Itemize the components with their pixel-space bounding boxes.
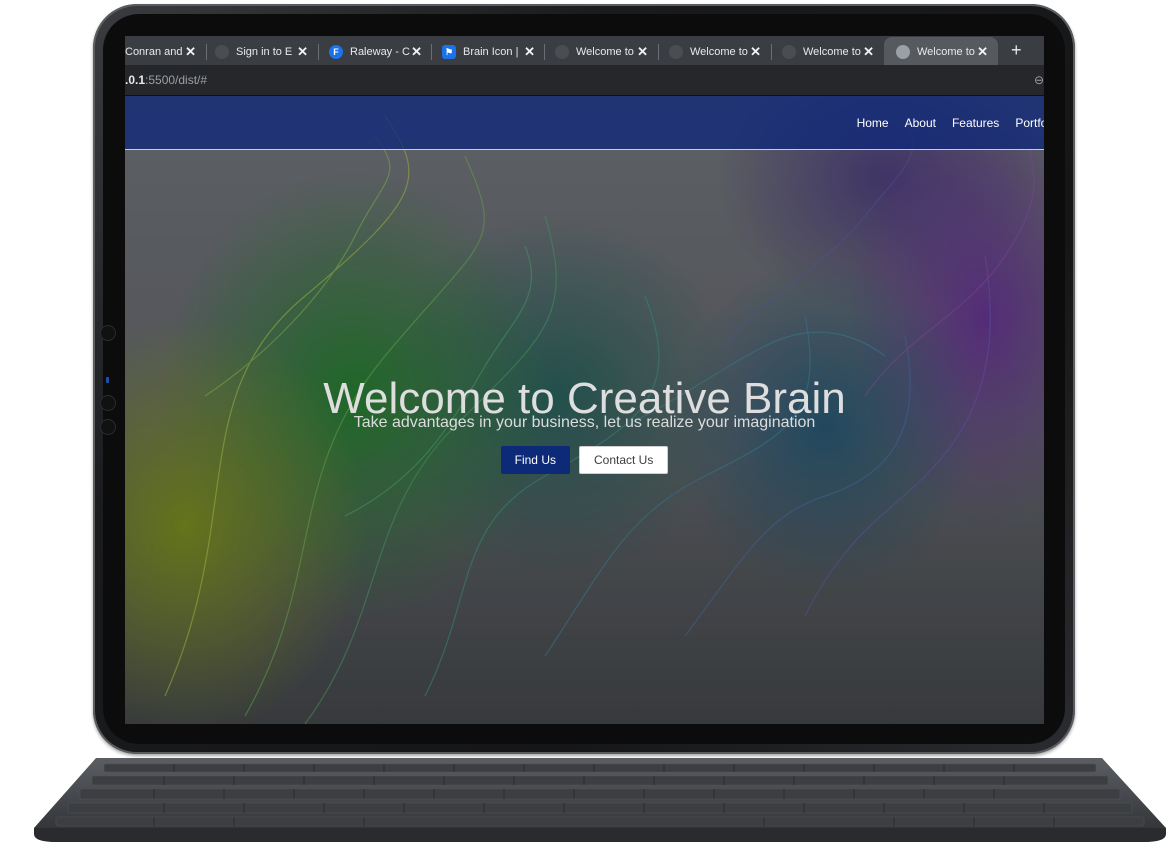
close-icon[interactable]: ✕ — [297, 45, 308, 59]
browser-window: Conran and ✕ Sign in to E ✕ F Raleway - … — [125, 36, 1044, 724]
hero-buttons: Find Us Contact Us — [125, 446, 1044, 474]
side-button — [101, 396, 115, 410]
tab[interactable]: Welcome to ✕ — [782, 39, 874, 65]
tab-separator — [206, 44, 207, 60]
new-tab-button[interactable]: + — [1011, 39, 1022, 61]
hero-subtitle: Take advantages in your business, let us… — [353, 414, 816, 431]
tab[interactable]: F Raleway - C ✕ — [329, 39, 422, 65]
url-text[interactable]: .0.1:5500/dist/# — [125, 73, 207, 87]
contact-us-button[interactable]: Contact Us — [578, 446, 669, 474]
side-button — [101, 420, 115, 434]
flag-icon: ⚑ — [442, 45, 456, 59]
globe-icon — [215, 45, 229, 59]
globe-icon — [782, 45, 796, 59]
close-icon[interactable]: ✕ — [185, 45, 196, 59]
find-us-button[interactable]: Find Us — [500, 446, 570, 474]
tab-separator — [431, 44, 432, 60]
tab[interactable]: Welcome to ✕ — [669, 39, 761, 65]
nav-about[interactable]: About — [905, 116, 936, 130]
tab-title: Conran and — [125, 46, 183, 58]
tab-title: Sign in to E — [236, 46, 293, 58]
tab-title: Raleway - C — [350, 46, 410, 58]
nav-portfolio[interactable]: Portfol — [1015, 116, 1044, 130]
address-bar[interactable]: .0.1:5500/dist/# ⊖ — [125, 65, 1044, 96]
tab-separator — [544, 44, 545, 60]
globe-icon — [896, 45, 910, 59]
tab[interactable]: Conran and ✕ — [125, 39, 196, 65]
tab-title: Welcome to — [576, 46, 634, 58]
tab-separator — [318, 44, 319, 60]
tab[interactable]: Sign in to E ✕ — [215, 39, 308, 65]
google-fonts-icon: F — [329, 45, 343, 59]
web-page: Home About Features Portfol Welcome to C… — [125, 96, 1044, 724]
tab[interactable]: Welcome to ✕ — [555, 39, 648, 65]
camera-indicator — [106, 377, 109, 383]
keyboard — [34, 758, 1166, 842]
tab-title: Welcome to — [917, 46, 975, 58]
close-icon[interactable]: ✕ — [637, 45, 648, 59]
site-navbar: Home About Features Portfol — [125, 96, 1044, 150]
globe-icon — [555, 45, 569, 59]
close-icon[interactable]: ✕ — [411, 45, 422, 59]
nav-features[interactable]: Features — [952, 116, 999, 130]
nav-links: Home About Features Portfol — [857, 96, 1044, 149]
globe-icon — [669, 45, 683, 59]
url-host: .0.1 — [125, 73, 146, 87]
tab-separator — [771, 44, 772, 60]
tab-separator — [658, 44, 659, 60]
close-icon[interactable]: ✕ — [863, 45, 874, 59]
tab-title: Welcome to — [690, 46, 748, 58]
close-icon[interactable]: ✕ — [524, 45, 535, 59]
zoom-icon[interactable]: ⊖ — [1034, 73, 1044, 87]
close-icon[interactable]: ✕ — [977, 45, 988, 59]
tab-bar: Conran and ✕ Sign in to E ✕ F Raleway - … — [125, 36, 1044, 65]
close-icon[interactable]: ✕ — [750, 45, 761, 59]
tab[interactable]: ⚑ Brain Icon | ✕ — [442, 39, 535, 65]
tab-title: Welcome to — [803, 46, 861, 58]
nav-home[interactable]: Home — [857, 116, 889, 130]
side-button — [101, 326, 115, 340]
tab-title: Brain Icon | — [463, 46, 519, 58]
url-path: :5500/dist/# — [145, 73, 208, 87]
tab-active[interactable]: Welcome to ✕ — [896, 39, 988, 65]
